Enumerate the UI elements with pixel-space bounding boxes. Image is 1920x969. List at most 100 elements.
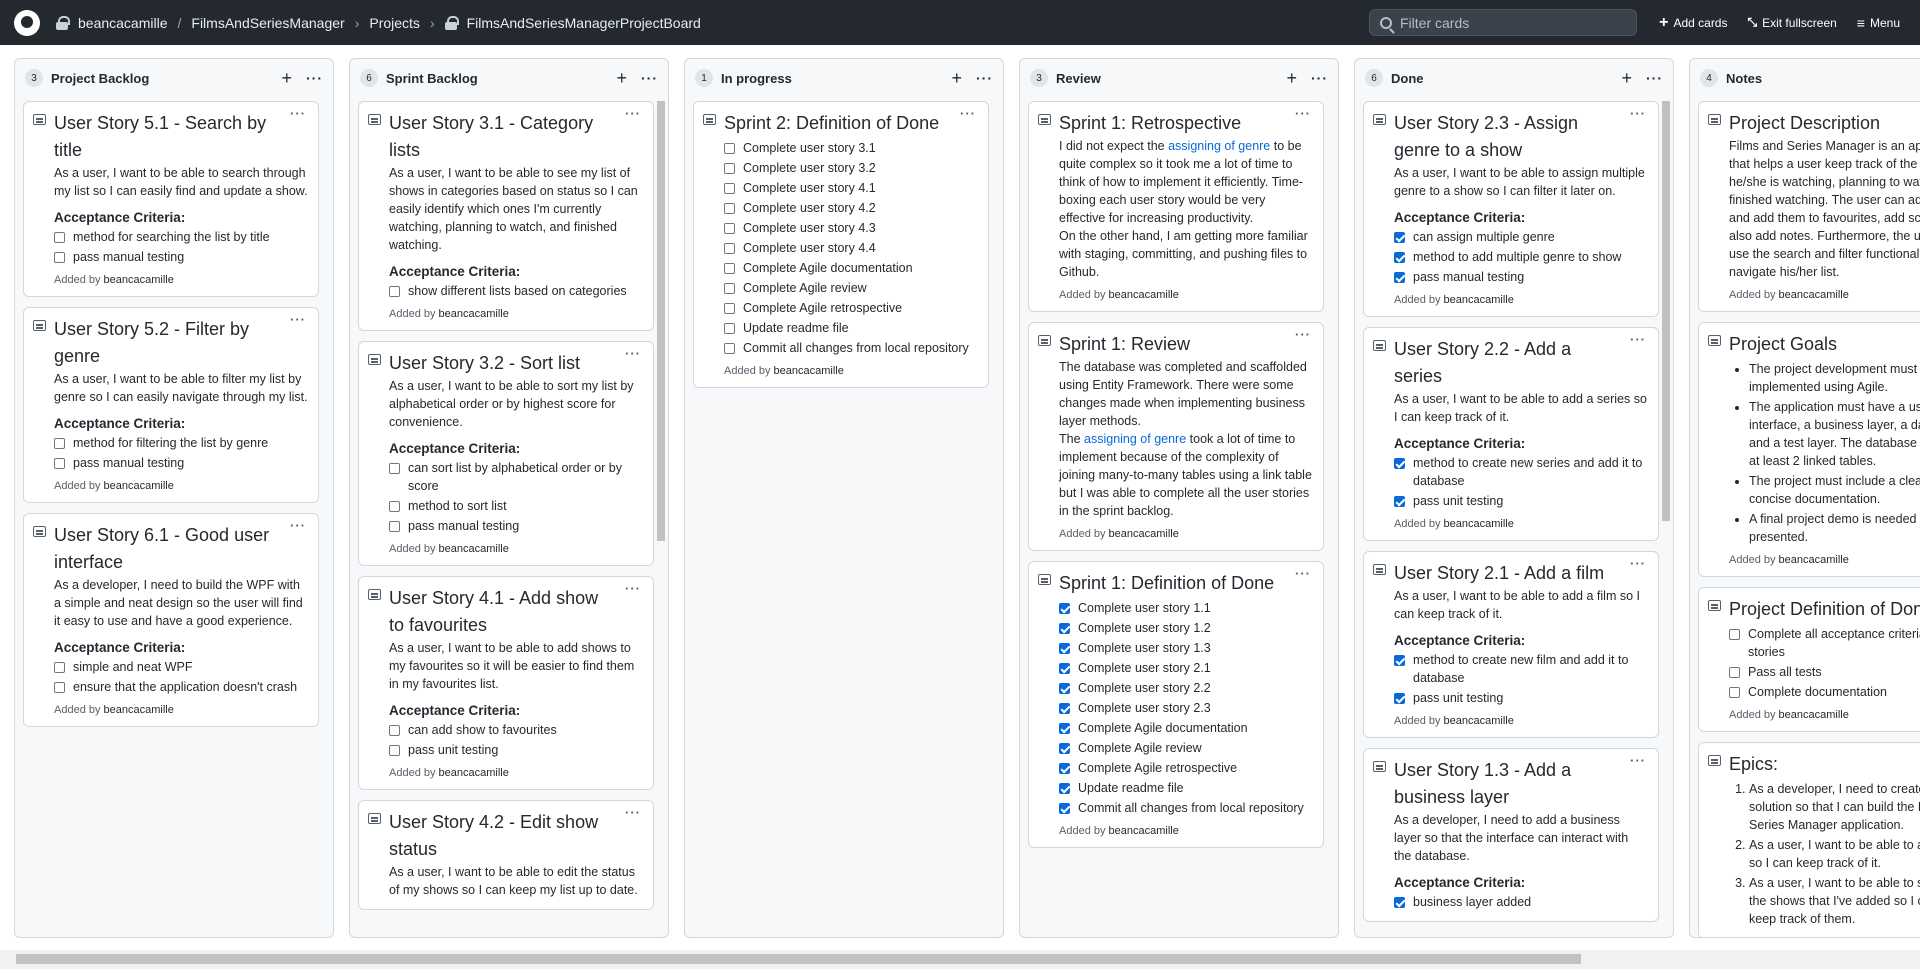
filter-cards-input[interactable]	[1400, 14, 1620, 31]
breadcrumb-owner[interactable]: beancacamille	[78, 15, 168, 31]
vertical-scrollbar-thumb[interactable]	[657, 101, 665, 541]
checkbox[interactable]	[54, 662, 65, 673]
card-author[interactable]: beancacamille	[1444, 518, 1514, 530]
genre-link[interactable]: assigning of genre	[1084, 432, 1186, 446]
checkbox[interactable]	[1394, 458, 1405, 469]
checkbox[interactable]	[1394, 272, 1405, 283]
card-menu-button[interactable]: ···	[1630, 106, 1646, 121]
card-author[interactable]: beancacamille	[439, 767, 509, 779]
checkbox[interactable]	[54, 682, 65, 693]
checkbox[interactable]	[724, 163, 735, 174]
breadcrumb-projects[interactable]: Projects	[369, 15, 420, 31]
card[interactable]: ··· User Story 5.1 - Search by title As a …	[23, 101, 319, 297]
column-menu-button[interactable]: ···	[641, 70, 658, 86]
vertical-scrollbar-thumb[interactable]	[1662, 101, 1670, 521]
card-menu-button[interactable]: ···	[1630, 556, 1646, 571]
card-menu-button[interactable]: ···	[1630, 753, 1646, 768]
card-menu-button[interactable]: ···	[625, 106, 641, 121]
card[interactable]: ··· User Story 5.2 - Filter by genre As a …	[23, 307, 319, 503]
column-menu-button[interactable]: ···	[1311, 70, 1328, 86]
card-menu-button[interactable]: ···	[1630, 332, 1646, 347]
column-menu-button[interactable]: ···	[976, 70, 993, 86]
breadcrumb-project-name[interactable]: FilmsAndSeriesManagerProjectBoard	[467, 15, 701, 31]
vertical-scrollbar[interactable]	[657, 101, 665, 933]
card-author[interactable]: beancacamille	[104, 480, 174, 492]
checkbox[interactable]	[1059, 703, 1070, 714]
add-card-button[interactable]: +	[1621, 68, 1632, 89]
github-logo-icon[interactable]	[14, 9, 40, 36]
card[interactable]: ··· Sprint 1: Definition of Done Complete …	[1028, 561, 1324, 848]
card[interactable]: ···Project GoalsThe project development …	[1698, 322, 1920, 577]
checkbox[interactable]	[724, 323, 735, 334]
checkbox[interactable]	[1059, 643, 1070, 654]
checkbox[interactable]	[54, 232, 65, 243]
card-author[interactable]: beancacamille	[439, 543, 509, 555]
checkbox[interactable]	[1059, 683, 1070, 694]
card-menu-button[interactable]: ···	[290, 106, 306, 121]
card[interactable]: ···Project Definition of DoneComplete al…	[1698, 587, 1920, 732]
checkbox[interactable]	[724, 243, 735, 254]
column-menu-button[interactable]: ···	[1646, 70, 1663, 86]
horizontal-scrollbar-thumb[interactable]	[16, 954, 1581, 964]
card[interactable]: ··· User Story 3.2 - Sort list As a user, …	[358, 341, 654, 566]
checkbox[interactable]	[724, 223, 735, 234]
checkbox[interactable]	[1394, 496, 1405, 507]
checkbox[interactable]	[389, 463, 400, 474]
add-card-button[interactable]: +	[616, 68, 627, 89]
checkbox[interactable]	[1394, 232, 1405, 243]
card[interactable]: ··· Sprint 2: Definition of Done Complete …	[693, 101, 989, 388]
card-menu-button[interactable]: ···	[1295, 566, 1311, 581]
card[interactable]: ··· User Story 2.3 - Assign genre to a sh…	[1363, 101, 1659, 317]
checkbox[interactable]	[724, 343, 735, 354]
card-author[interactable]: beancacamille	[774, 365, 844, 377]
card-menu-button[interactable]: ···	[290, 518, 306, 533]
filter-cards-search[interactable]	[1369, 9, 1637, 36]
card[interactable]: ··· User Story 4.1 - Add show to favourit…	[358, 576, 654, 790]
checkbox[interactable]	[1059, 663, 1070, 674]
card-author[interactable]: beancacamille	[439, 308, 509, 320]
horizontal-scrollbar[interactable]	[0, 950, 1920, 969]
exit-fullscreen-button[interactable]: ⤡ Exit fullscreen	[1747, 15, 1836, 30]
card-author[interactable]: beancacamille	[1444, 294, 1514, 306]
menu-button[interactable]: ≡ Menu	[1857, 15, 1900, 31]
checkbox[interactable]	[389, 521, 400, 532]
checkbox[interactable]	[724, 183, 735, 194]
card-author[interactable]: beancacamille	[1779, 709, 1849, 721]
card[interactable]: ···Epics:As a developer, I need to creat…	[1698, 742, 1920, 937]
card[interactable]: ··· Sprint 1: Review The database was comp…	[1028, 322, 1324, 551]
card-menu-button[interactable]: ···	[960, 106, 976, 121]
checkbox[interactable]	[1394, 252, 1405, 263]
checkbox[interactable]	[1059, 743, 1070, 754]
card-author[interactable]: beancacamille	[1109, 825, 1179, 837]
card[interactable]: ··· User Story 4.2 - Edit show status As a…	[358, 800, 654, 910]
checkbox[interactable]	[389, 286, 400, 297]
card[interactable]: ··· User Story 6.1 - Good user interface A…	[23, 513, 319, 727]
checkbox[interactable]	[1059, 603, 1070, 614]
add-card-button[interactable]: +	[1286, 68, 1297, 89]
checkbox[interactable]	[389, 725, 400, 736]
card-menu-button[interactable]: ···	[625, 805, 641, 820]
checkbox[interactable]	[1059, 783, 1070, 794]
checkbox[interactable]	[1729, 667, 1740, 678]
card-author[interactable]: beancacamille	[1109, 528, 1179, 540]
checkbox[interactable]	[1394, 655, 1405, 666]
card[interactable]: ··· User Story 1.3 - Add a business layer…	[1363, 748, 1659, 922]
checkbox[interactable]	[1059, 803, 1070, 814]
card-menu-button[interactable]: ···	[1295, 327, 1311, 342]
card-menu-button[interactable]: ···	[1295, 106, 1311, 121]
checkbox[interactable]	[1394, 693, 1405, 704]
checkbox[interactable]	[1059, 623, 1070, 634]
card[interactable]: ··· User Story 2.1 - Add a film As a user,…	[1363, 551, 1659, 738]
checkbox[interactable]	[1394, 897, 1405, 908]
card-author[interactable]: beancacamille	[1444, 715, 1514, 727]
card[interactable]: ··· User Story 2.2 - Add a series As a use…	[1363, 327, 1659, 541]
checkbox[interactable]	[1059, 763, 1070, 774]
card[interactable]: ···Project DescriptionFilms and Series M…	[1698, 101, 1920, 312]
card[interactable]: ··· User Story 3.1 - Category lists As a u…	[358, 101, 654, 331]
checkbox[interactable]	[724, 143, 735, 154]
checkbox[interactable]	[724, 203, 735, 214]
card-menu-button[interactable]: ···	[290, 312, 306, 327]
checkbox[interactable]	[724, 303, 735, 314]
card-author[interactable]: beancacamille	[104, 274, 174, 286]
card-author[interactable]: beancacamille	[104, 704, 174, 716]
